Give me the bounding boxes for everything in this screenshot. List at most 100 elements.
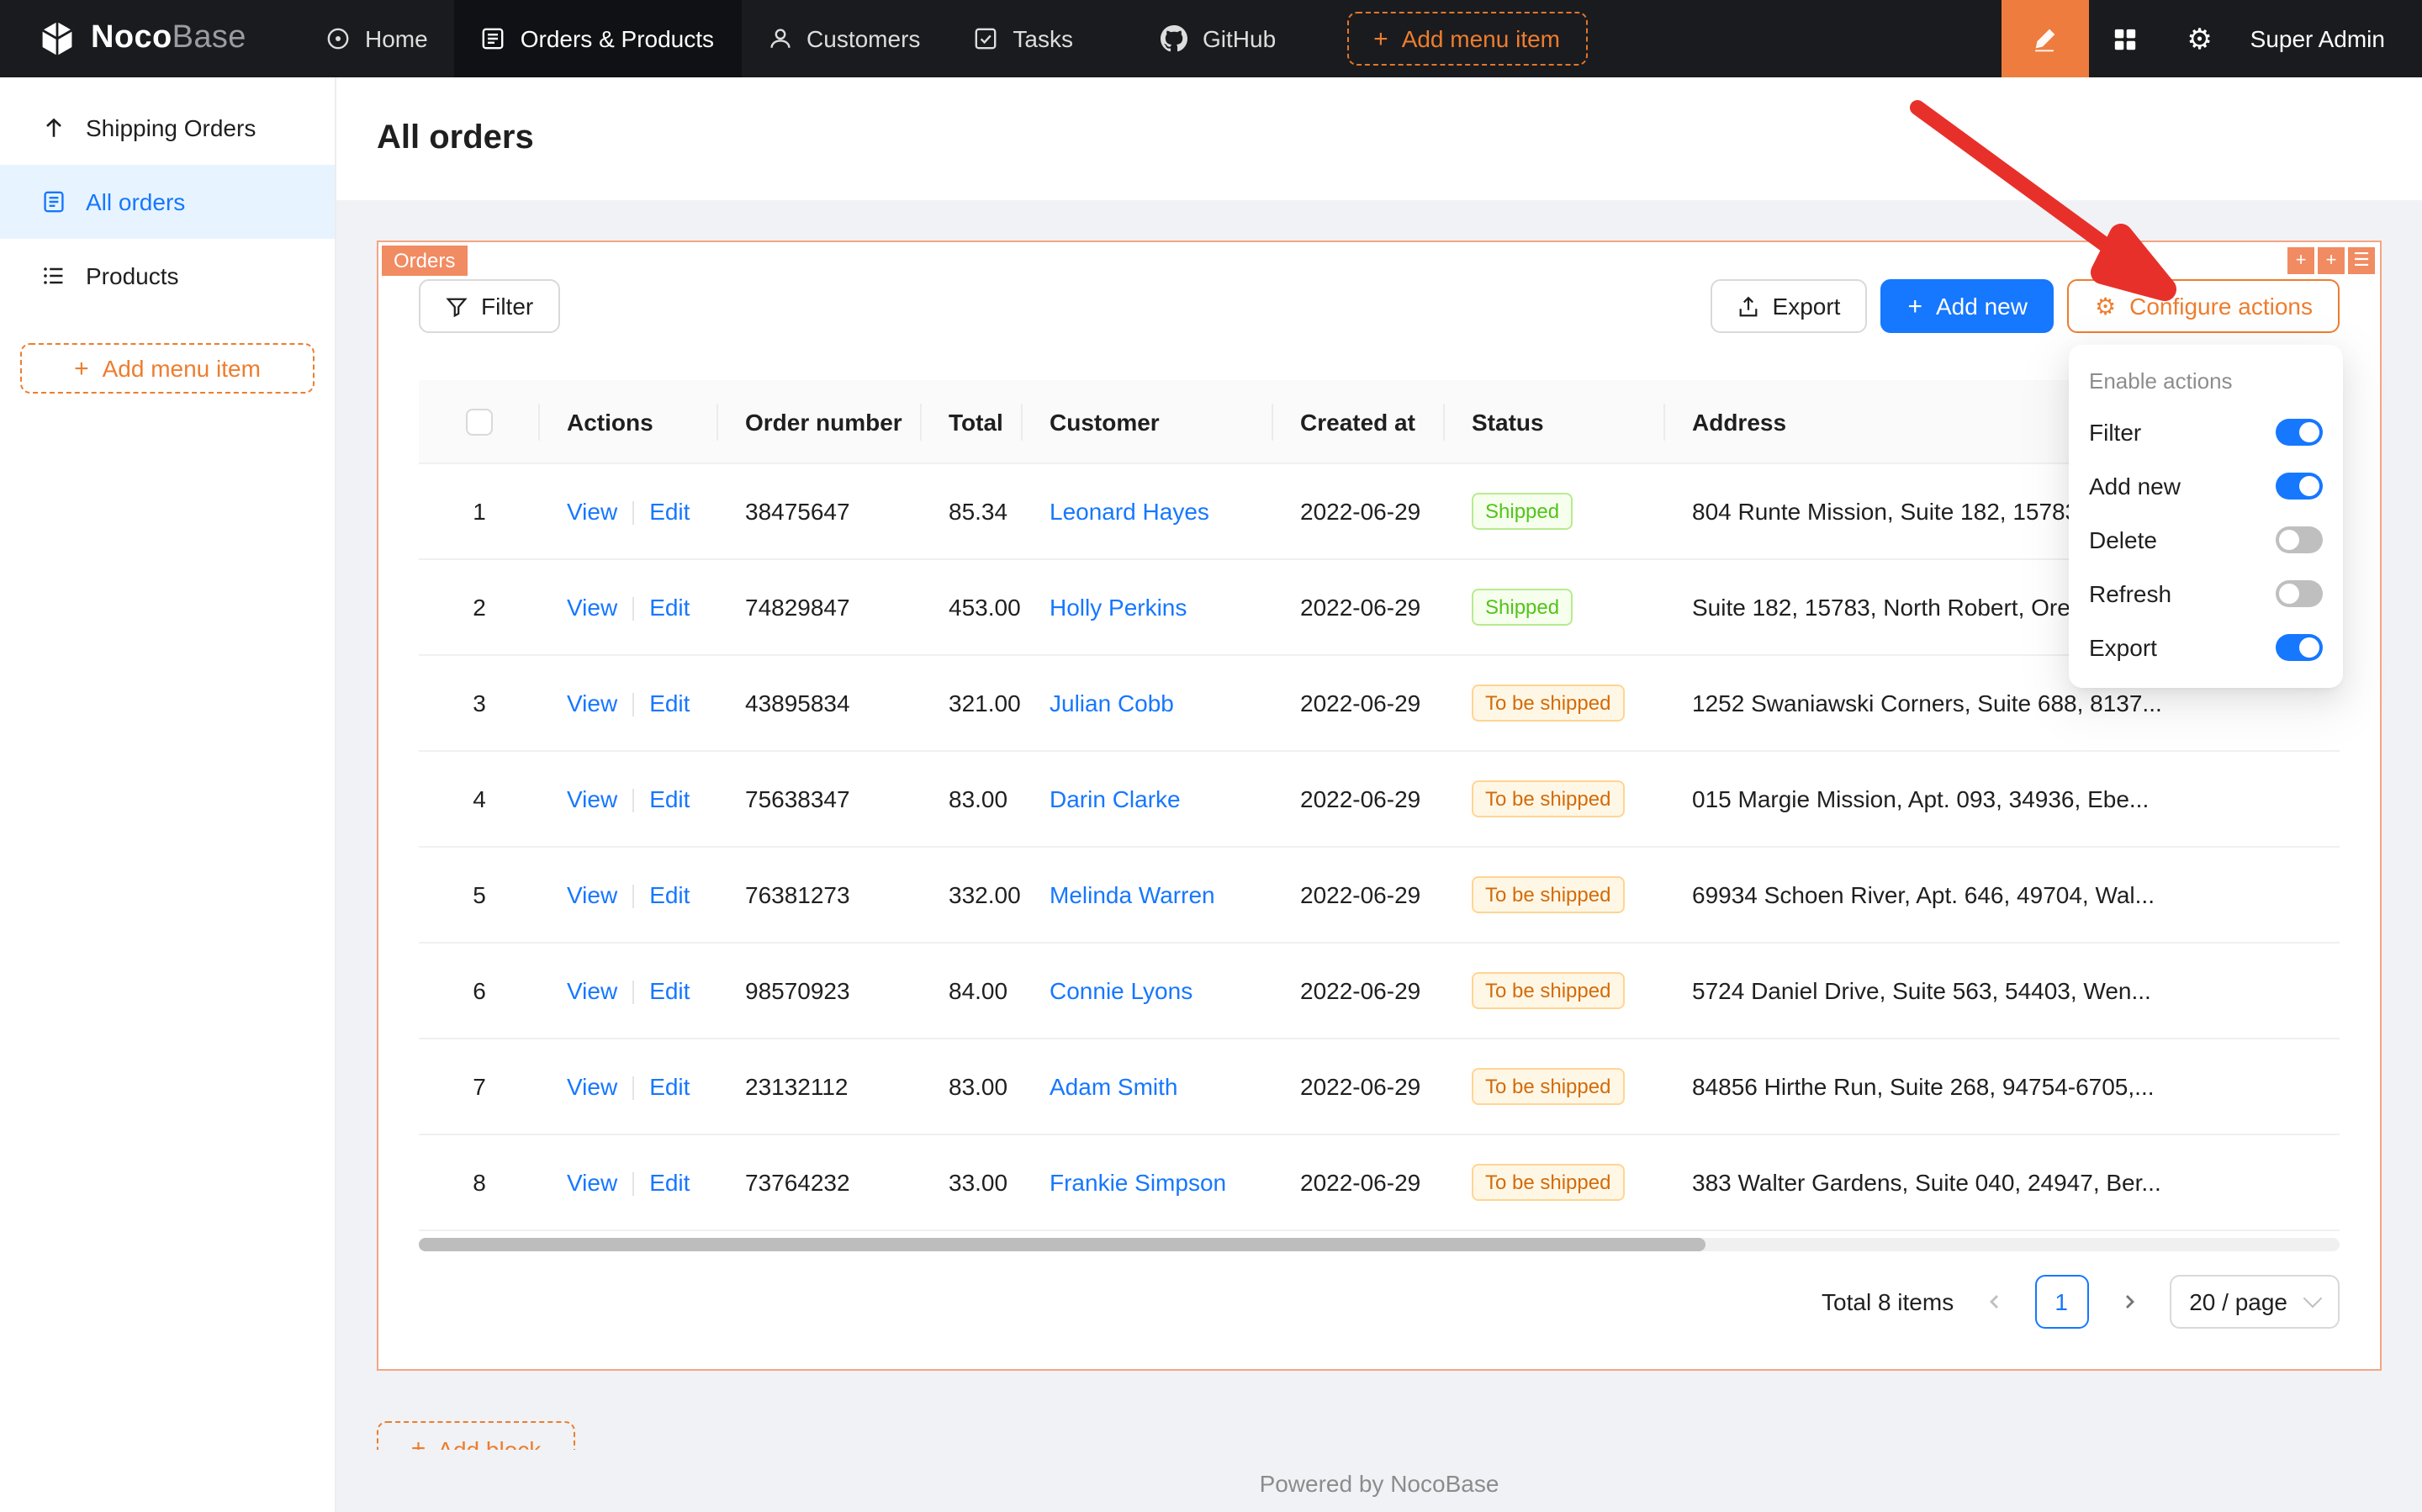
nav-item-label: GitHub <box>1203 25 1276 52</box>
page-size-select[interactable]: 20 / page <box>2169 1276 2340 1330</box>
scrollbar-thumb[interactable] <box>419 1239 1705 1252</box>
arrow-up-icon <box>40 116 67 140</box>
file-icon <box>40 190 67 214</box>
table-row: 4 ViewEdit 75638347 83.00 Darin Clarke 2… <box>419 752 2340 848</box>
order-number-cell: 98570923 <box>718 944 922 1039</box>
chevron-down-icon <box>2303 1289 2323 1308</box>
plus-icon: + <box>74 356 89 381</box>
chevron-right-icon <box>2120 1294 2137 1311</box>
nav-item-label: Home <box>365 25 428 52</box>
filter-button[interactable]: Filter <box>419 279 560 333</box>
status-cell: Shipped <box>1445 464 1665 560</box>
sidebar-item-shipping-orders[interactable]: Shipping Orders <box>0 91 335 165</box>
address-cell: 5724 Daniel Drive, Suite 563, 54403, Wen… <box>1665 944 2340 1039</box>
plus-icon: + <box>411 1437 426 1451</box>
nav-item-tasks[interactable]: Tasks <box>947 0 1100 77</box>
customer-cell: Frankie Simpson <box>1023 1135 1273 1231</box>
ui-editor-toggle-button[interactable] <box>2002 0 2089 77</box>
user-menu[interactable]: Super Admin <box>2237 25 2422 52</box>
edit-link[interactable]: Edit <box>649 498 690 525</box>
add-new-toggle[interactable] <box>2276 473 2323 500</box>
dropdown-item-export[interactable]: Export <box>2069 621 2343 674</box>
add-new-button[interactable]: + Add new <box>1880 279 2054 333</box>
nav-item-github[interactable]: GitHub <box>1134 0 1303 77</box>
view-link[interactable]: View <box>567 1073 617 1100</box>
filter-toggle[interactable] <box>2276 419 2323 446</box>
customer-link[interactable]: Leonard Hayes <box>1050 499 1209 526</box>
edit-link[interactable]: Edit <box>649 594 690 621</box>
configure-actions-button[interactable]: ⚙ Configure actions <box>2068 279 2340 333</box>
highlighter-icon <box>2033 26 2058 51</box>
add-block-button[interactable]: + Add block <box>377 1422 575 1451</box>
export-icon <box>1737 295 1759 317</box>
dropdown-item-add-new[interactable]: Add new <box>2069 459 2343 513</box>
view-link[interactable]: View <box>567 690 617 716</box>
customer-link[interactable]: Julian Cobb <box>1050 690 1174 717</box>
edit-link[interactable]: Edit <box>649 1169 690 1196</box>
brand-logo[interactable]: NocoBase <box>0 0 299 77</box>
export-button[interactable]: Export <box>1711 279 1868 333</box>
view-link[interactable]: View <box>567 498 617 525</box>
export-toggle[interactable] <box>2276 634 2323 661</box>
settings-button[interactable]: ⚙ <box>2163 0 2237 77</box>
nav-item-home[interactable]: Home <box>299 0 455 77</box>
plugins-grid-button[interactable] <box>2089 0 2163 77</box>
customer-cell: Connie Lyons <box>1023 944 1273 1039</box>
view-link[interactable]: View <box>567 594 617 621</box>
view-link[interactable]: View <box>567 881 617 908</box>
home-icon <box>326 27 350 50</box>
edit-link[interactable]: Edit <box>649 690 690 716</box>
dropdown-item-label: Add new <box>2089 473 2181 500</box>
row-index: 8 <box>419 1135 540 1231</box>
horizontal-scrollbar[interactable] <box>419 1239 2340 1252</box>
sidebar-item-all-orders[interactable]: All orders <box>0 165 335 239</box>
row-actions: View Edit <box>540 848 718 944</box>
nav-item-customers[interactable]: Customers <box>741 0 947 77</box>
select-all-checkbox[interactable] <box>466 410 493 436</box>
dropdown-item-filter[interactable]: Filter <box>2069 405 2343 459</box>
view-link[interactable]: View <box>567 785 617 812</box>
table-toolbar: Filter Export + Add new ⚙ Co <box>419 242 2340 333</box>
edit-link[interactable]: Edit <box>649 1073 690 1100</box>
block-initializer-icon[interactable]: + <box>2318 247 2345 274</box>
status-cell: To be shipped <box>1445 752 1665 848</box>
chevron-left-icon <box>1986 1294 2002 1311</box>
page-number-button[interactable]: 1 <box>2034 1276 2088 1330</box>
refresh-toggle[interactable] <box>2276 580 2323 607</box>
divider <box>632 1173 634 1197</box>
row-actions: View Edit <box>540 656 718 752</box>
sidebar-item-products[interactable]: Products <box>0 239 335 313</box>
next-page-button[interactable] <box>2102 1276 2155 1330</box>
order-number-cell: 23132112 <box>718 1039 922 1135</box>
sidebar-item-label: All orders <box>86 188 185 215</box>
block-settings-icon[interactable]: ☰ <box>2348 247 2375 274</box>
total-cell: 83.00 <box>922 752 1023 848</box>
customer-link[interactable]: Frankie Simpson <box>1050 1170 1226 1197</box>
edit-link[interactable]: Edit <box>649 785 690 812</box>
view-link[interactable]: View <box>567 1169 617 1196</box>
drag-handle-icon[interactable]: + <box>2287 247 2314 274</box>
gear-icon: ⚙ <box>2187 24 2213 53</box>
nav-add-menu-item-button[interactable]: + Add menu item <box>1346 12 1587 66</box>
customer-link[interactable]: Adam Smith <box>1050 1074 1178 1101</box>
customer-cell: Darin Clarke <box>1023 752 1273 848</box>
total-cell: 332.00 <box>922 848 1023 944</box>
divider <box>632 886 634 909</box>
nav-item-label: Customers <box>806 25 920 52</box>
edit-link[interactable]: Edit <box>649 881 690 908</box>
edit-link[interactable]: Edit <box>649 977 690 1004</box>
customer-link[interactable]: Melinda Warren <box>1050 882 1215 909</box>
dropdown-item-refresh[interactable]: Refresh <box>2069 567 2343 621</box>
sidebar-add-menu-item-button[interactable]: + Add menu item <box>20 343 315 394</box>
sidebar-item-label: Shipping Orders <box>86 114 256 141</box>
delete-toggle[interactable] <box>2276 526 2323 553</box>
customer-link[interactable]: Darin Clarke <box>1050 786 1181 813</box>
nav-item-orders-products[interactable]: Orders & Products <box>455 0 741 77</box>
created-at-cell: 2022-06-29 <box>1273 944 1445 1039</box>
column-header-created-at: Created at <box>1273 380 1445 464</box>
previous-page-button[interactable] <box>1967 1276 2021 1330</box>
dropdown-item-delete[interactable]: Delete <box>2069 513 2343 567</box>
view-link[interactable]: View <box>567 977 617 1004</box>
customer-link[interactable]: Holly Perkins <box>1050 595 1187 621</box>
customer-link[interactable]: Connie Lyons <box>1050 978 1192 1005</box>
